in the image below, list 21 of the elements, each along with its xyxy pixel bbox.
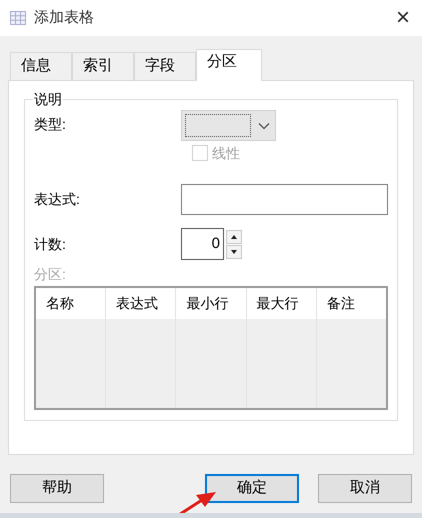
spin-up-icon[interactable] [226,230,242,244]
group-title: 说明 [33,90,63,108]
field-label: 分区: [34,266,67,282]
spin-down-icon[interactable] [226,244,242,258]
field-label: 计数: [34,234,67,254]
expression-input[interactable] [181,184,388,215]
tab[interactable]: 索引 [72,52,134,80]
window-title: 添加表格 [34,8,94,28]
dialog-button[interactable]: 取消 [318,474,412,503]
tab[interactable]: 字段 [134,52,196,80]
field-label: 类型: [34,115,67,134]
tab[interactable]: 分区 [196,49,262,81]
dialog-button[interactable]: 帮助 [10,474,104,503]
checkbox-label: 线性 [212,144,240,162]
chevron-down-icon [258,122,270,130]
dialog-button[interactable]: 确定 [205,474,299,503]
count-input[interactable]: 0 [181,228,224,260]
field-label: 表达式: [34,190,81,209]
tab[interactable]: 信息 [10,52,72,80]
close-button[interactable]: × [396,6,410,30]
grid-icon [10,11,26,25]
